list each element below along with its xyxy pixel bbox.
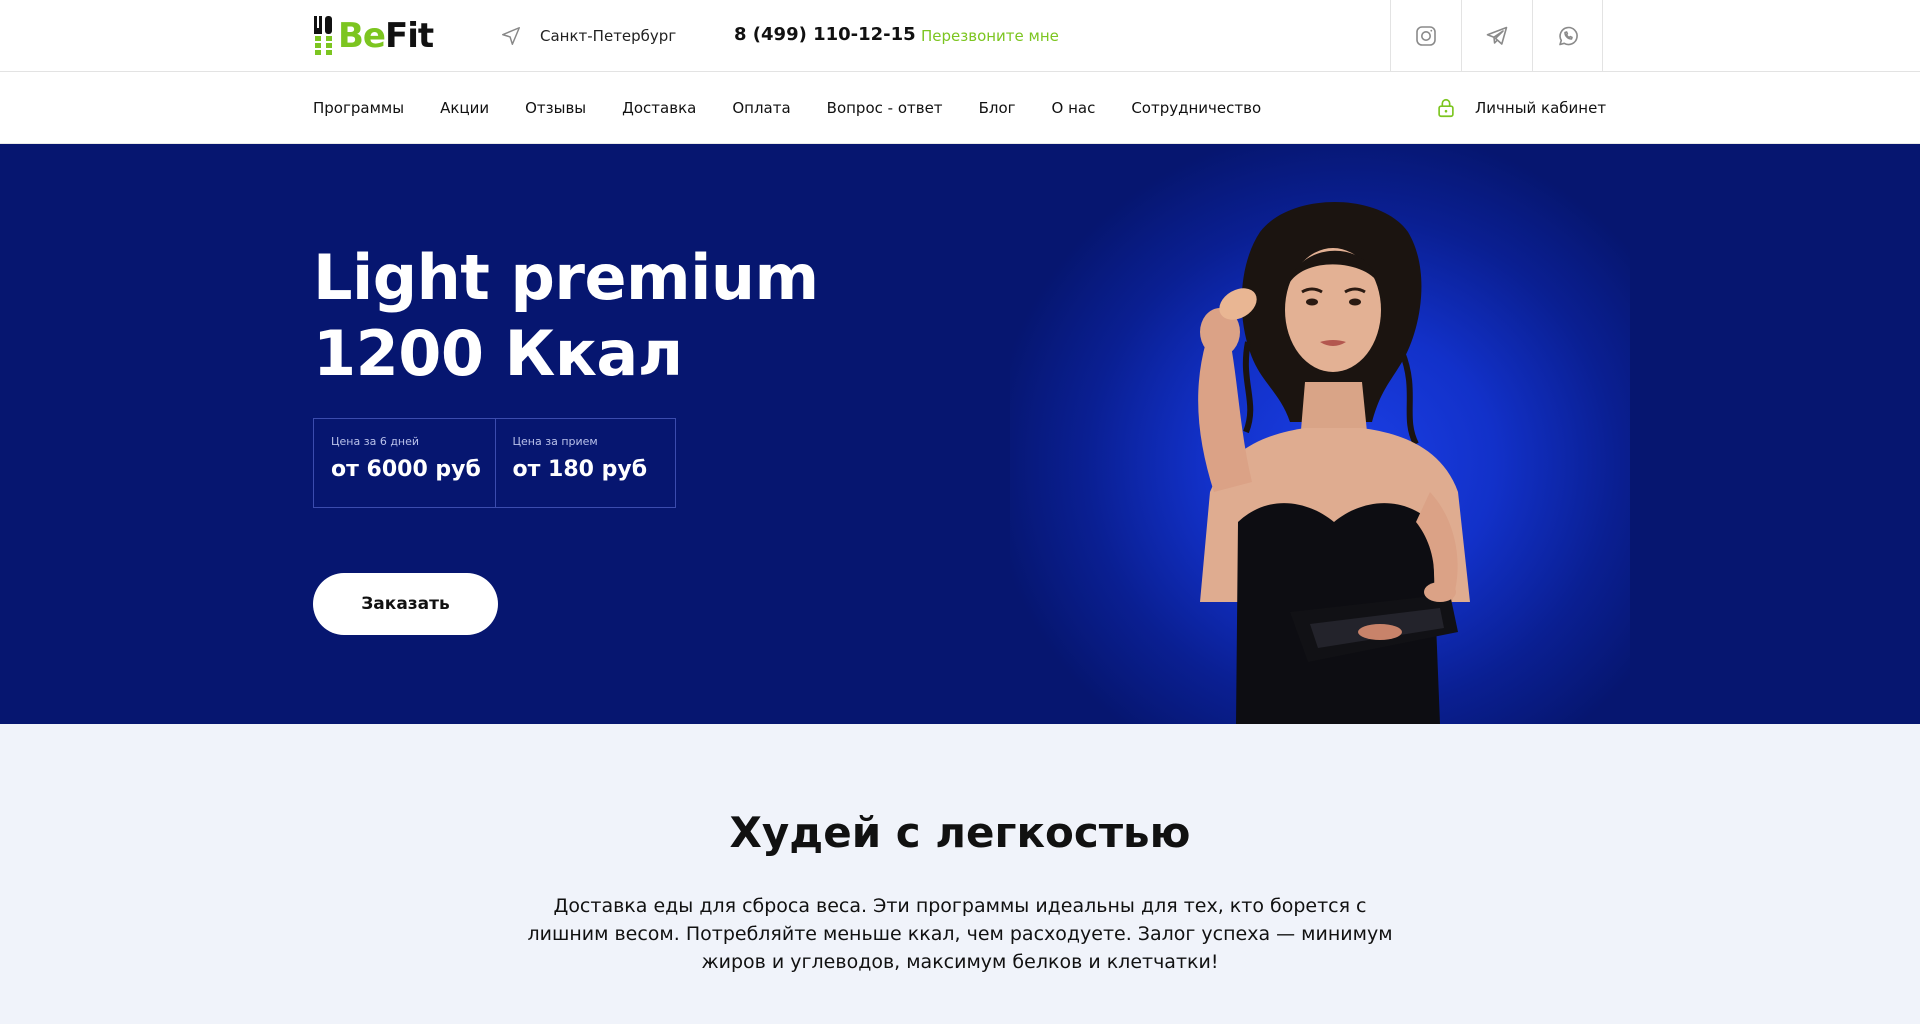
- callback-link[interactable]: Перезвоните мне: [921, 27, 1059, 45]
- telegram-button[interactable]: [1461, 0, 1532, 72]
- fork-logo-icon: [314, 16, 332, 55]
- hero-title: Light premium 1200 Ккал: [313, 240, 819, 392]
- logo-text-be: Be: [338, 16, 386, 56]
- personal-account-link[interactable]: Личный кабинет: [1435, 72, 1606, 144]
- hero-title-line1: Light premium: [313, 241, 819, 314]
- price-per-meal: Цена за прием от 180 руб: [494, 419, 676, 507]
- instagram-icon: [1416, 26, 1436, 46]
- nav-menu: Программы Акции Отзывы Доставка Оплата В…: [313, 72, 1297, 144]
- nav-item-blog[interactable]: Блог: [979, 99, 1016, 117]
- price-value: от 180 руб: [512, 457, 648, 482]
- nav-item-about[interactable]: О нас: [1052, 99, 1096, 117]
- nav-item-payment[interactable]: Оплата: [732, 99, 790, 117]
- hero-title-line2: 1200 Ккал: [313, 317, 683, 390]
- price-label: Цена за прием: [512, 435, 598, 448]
- social-links: [1390, 0, 1603, 72]
- instagram-button[interactable]: [1390, 0, 1461, 72]
- city-selector[interactable]: Санкт-Петербург: [500, 25, 676, 47]
- price-label: Цена за 6 дней: [331, 435, 420, 448]
- price-value: от 6000 руб: [331, 457, 481, 482]
- intro-text: Доставка еды для сброса веса. Эти програ…: [527, 895, 1393, 973]
- lock-icon: [1438, 98, 1454, 118]
- nav-item-partnership[interactable]: Сотрудничество: [1131, 99, 1261, 117]
- nav-item-faq[interactable]: Вопрос - ответ: [827, 99, 943, 117]
- model-photo: [1198, 202, 1470, 724]
- nav-item-reviews[interactable]: Отзывы: [525, 99, 586, 117]
- location-arrow-icon: [502, 27, 520, 45]
- logo[interactable]: BeFit: [313, 14, 434, 58]
- nav-item-promotions[interactable]: Акции: [440, 99, 489, 117]
- top-bar: BeFit Санкт-Петербург 8 (499) 110-12-15 …: [0, 0, 1920, 72]
- telegram-icon: [1486, 26, 1508, 45]
- personal-account-label: Личный кабинет: [1475, 99, 1607, 117]
- order-button[interactable]: Заказать: [313, 573, 498, 635]
- whatsapp-icon: [1558, 26, 1578, 46]
- phone-number[interactable]: 8 (499) 110-12-15: [734, 24, 916, 45]
- main-navigation: Программы Акции Отзывы Доставка Оплата В…: [0, 72, 1920, 144]
- nav-item-delivery[interactable]: Доставка: [622, 99, 696, 117]
- hero-banner: Light premium 1200 Ккал Цена за 6 дней о…: [0, 144, 1920, 724]
- whatsapp-button[interactable]: [1532, 0, 1603, 72]
- price-box: Цена за 6 дней от 6000 руб Цена за прием…: [313, 418, 676, 508]
- logo-text: BeFit: [338, 16, 434, 56]
- city-label: Санкт-Петербург: [540, 27, 677, 45]
- price-6-days: Цена за 6 дней от 6000 руб: [314, 419, 495, 507]
- nav-item-programs[interactable]: Программы: [313, 99, 404, 117]
- logo-text-fit: Fit: [384, 16, 434, 56]
- intro-section: Худей с легкостью Доставка еды для сброс…: [0, 724, 1920, 1024]
- intro-title: Худей с легкостью: [729, 808, 1191, 857]
